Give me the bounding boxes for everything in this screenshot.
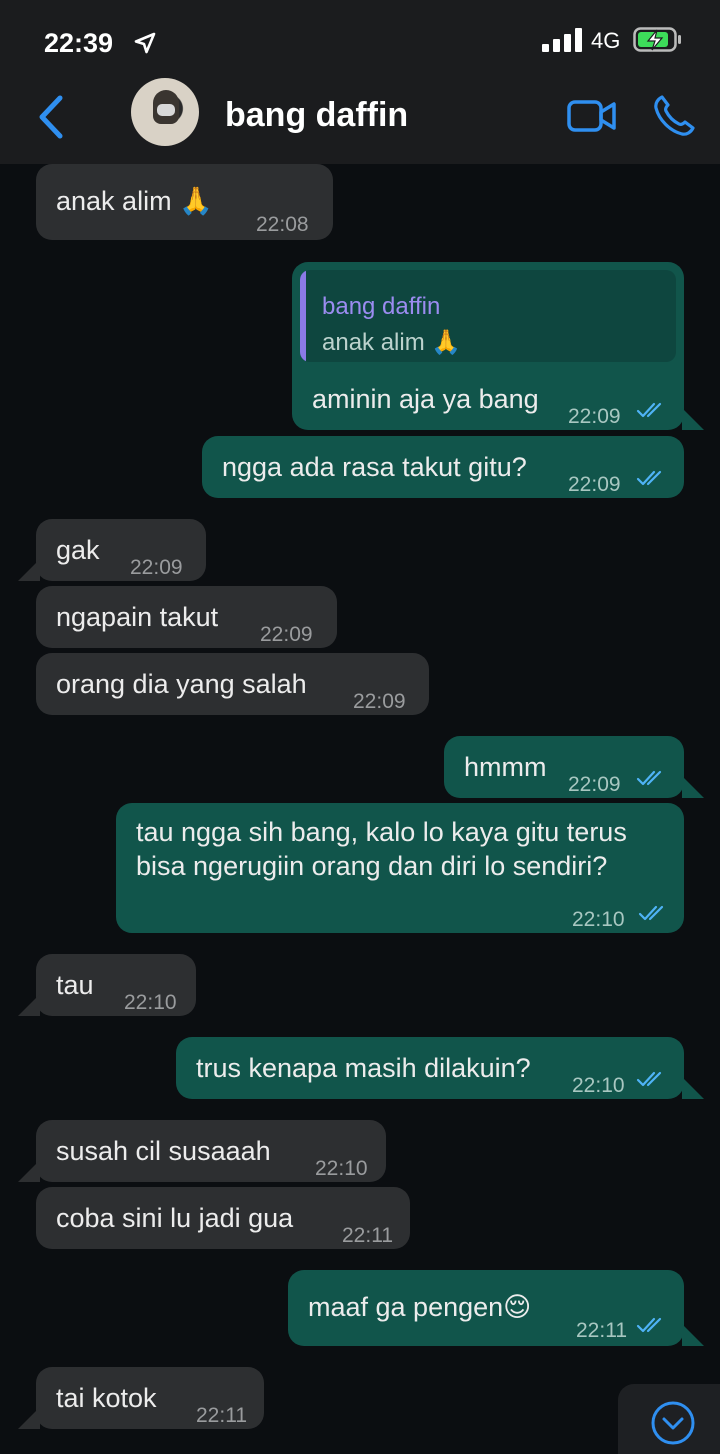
message-bubble-incoming[interactable]: tai kotok 22:11: [18, 1367, 264, 1429]
message-time: 22:10: [315, 1157, 368, 1180]
quoted-message[interactable]: bang daffin anak alim 🙏: [300, 270, 676, 362]
message-bubble-outgoing[interactable]: ngga ada rasa takut gitu? 22:09: [202, 436, 684, 498]
battery-charging-icon: [633, 27, 681, 52]
message-bubble-incoming[interactable]: gak 22:09: [18, 519, 206, 581]
message-text: ngga ada rasa takut gitu?: [222, 452, 527, 482]
phone-call-icon[interactable]: [652, 94, 696, 138]
signal-strength-icon: [542, 28, 584, 52]
contact-avatar[interactable]: [131, 78, 199, 146]
message-bubble-incoming[interactable]: tau 22:10: [18, 954, 196, 1016]
back-chevron-icon[interactable]: [34, 94, 66, 140]
bubble-tail: [18, 994, 40, 1016]
message-bubble-outgoing-reply[interactable]: bang daffin anak alim 🙏 aminin aja ya ba…: [292, 262, 704, 430]
message-time: 22:10: [572, 1074, 625, 1097]
message-bubble-incoming[interactable]: coba sini lu jadi gua 22:11: [36, 1187, 410, 1249]
bubble-tail: [18, 559, 40, 581]
status-bar: 22:39 4G: [0, 0, 720, 78]
video-call-icon[interactable]: [567, 98, 617, 134]
message-bubble-incoming[interactable]: ngapain takut 22:09: [36, 586, 337, 648]
bubble-tail: [682, 1324, 704, 1346]
message-time: 22:11: [342, 1224, 393, 1247]
message-text: tai kotok: [56, 1383, 157, 1413]
read-receipt-icon: [636, 1317, 662, 1333]
quote-accent-bar: [300, 270, 306, 362]
message-bubble-outgoing[interactable]: tau ngga sih bang, kalo lo kaya gitu ter…: [116, 803, 684, 933]
scroll-to-bottom-button[interactable]: [618, 1384, 720, 1454]
read-receipt-icon: [636, 1071, 662, 1087]
message-time: 22:08: [256, 213, 309, 236]
message-text: orang dia yang salah: [56, 669, 307, 699]
message-text: anak alim 🙏: [56, 186, 213, 216]
message-time: 22:10: [124, 991, 177, 1014]
message-time: 22:11: [576, 1319, 627, 1342]
message-bubble-outgoing[interactable]: maaf ga pengen😌 22:11: [288, 1270, 704, 1346]
chat-header: bang daffin: [0, 78, 720, 164]
bubble-tail: [682, 776, 704, 798]
message-text: tau ngga sih bang, kalo lo kaya gitu ter…: [136, 817, 627, 881]
message-text: coba sini lu jadi gua: [56, 1203, 294, 1233]
message-bubble-incoming[interactable]: anak alim 🙏 22:08: [36, 164, 333, 240]
message-time: 22:10: [572, 908, 625, 931]
quote-sender-name: bang daffin: [322, 293, 441, 320]
network-type: 4G: [591, 28, 621, 53]
message-text: trus kenapa masih dilakuin?: [196, 1053, 531, 1083]
status-time: 22:39: [44, 28, 114, 58]
read-receipt-icon: [636, 402, 662, 418]
message-text: maaf ga pengen😌: [308, 1292, 532, 1322]
message-time: 22:09: [353, 690, 406, 713]
message-text: susah cil susaaah: [56, 1136, 271, 1166]
chevron-down-circle-icon: [651, 1401, 695, 1445]
message-text: tau: [56, 970, 94, 1000]
bubble-tail: [682, 408, 704, 430]
message-bubble-outgoing[interactable]: hmmm 22:09: [444, 736, 704, 798]
bubble-tail: [18, 1160, 40, 1182]
location-arrow-icon: [134, 32, 156, 54]
message-time: 22:09: [568, 405, 621, 428]
contact-name[interactable]: bang daffin: [225, 96, 408, 135]
message-bubble-incoming[interactable]: susah cil susaaah 22:10: [18, 1120, 386, 1182]
message-time: 22:09: [130, 556, 183, 579]
message-text: ngapain takut: [56, 602, 219, 632]
message-text: gak: [56, 535, 100, 565]
read-receipt-icon: [638, 905, 664, 921]
quote-text: anak alim 🙏: [322, 329, 462, 356]
message-time: 22:09: [260, 623, 313, 646]
bubble-tail: [18, 1407, 40, 1429]
message-text: hmmm: [464, 752, 547, 782]
message-time: 22:09: [568, 473, 621, 496]
message-time: 22:11: [196, 1404, 247, 1427]
message-bubble-outgoing[interactable]: trus kenapa masih dilakuin? 22:10: [176, 1037, 704, 1099]
message-text: aminin aja ya bang: [312, 384, 539, 414]
message-bubble-incoming[interactable]: orang dia yang salah 22:09: [36, 653, 429, 715]
read-receipt-icon: [636, 770, 662, 786]
bubble-tail: [682, 1077, 704, 1099]
message-time: 22:09: [568, 773, 621, 796]
read-receipt-icon: [636, 470, 662, 486]
